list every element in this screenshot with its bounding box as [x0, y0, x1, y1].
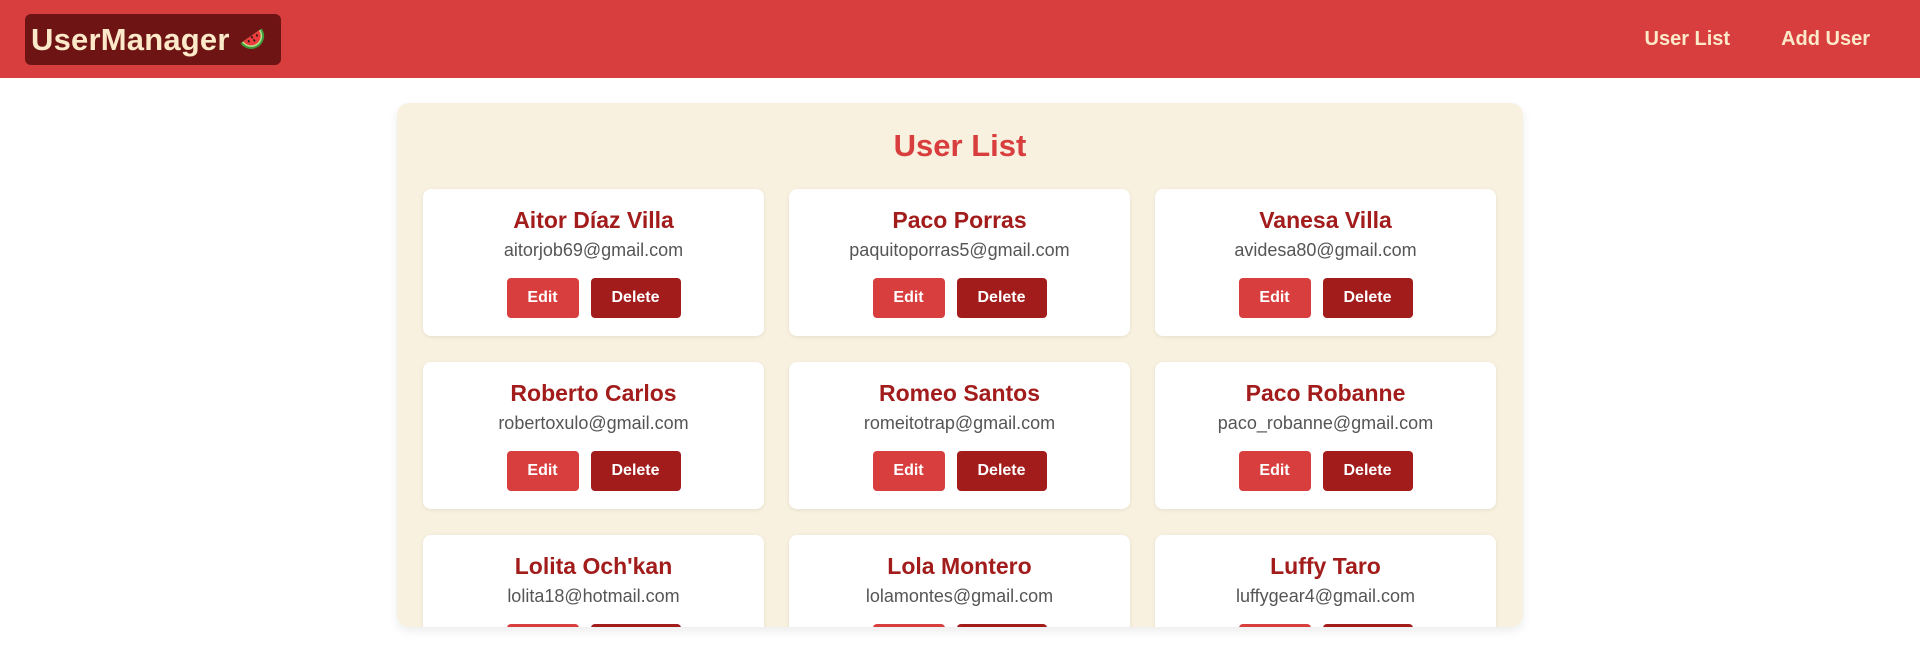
card-actions: Edit Delete: [423, 624, 764, 627]
nav-add-user[interactable]: Add User: [1781, 28, 1870, 51]
card-actions: Edit Delete: [789, 278, 1130, 318]
user-list-panel: User List Aitor Díaz Villa aitorjob69@gma…: [397, 103, 1523, 627]
edit-button[interactable]: Edit: [506, 278, 579, 318]
user-name: Paco Porras: [892, 207, 1027, 233]
user-card: Lola Montero lolamontes@gmail.com Edit Dele…: [789, 535, 1130, 627]
delete-button[interactable]: Delete: [956, 451, 1047, 491]
card-actions: Edit Delete: [789, 451, 1130, 491]
user-card: Aitor Díaz Villa aitorjob69@gmail.com Edit…: [423, 189, 764, 336]
delete-button[interactable]: Delete: [590, 451, 681, 491]
watermelon-icon: [240, 27, 264, 49]
user-name: Roberto Carlos: [510, 380, 677, 406]
user-email: paquitoporras5@gmail.com: [849, 240, 1070, 260]
user-email: aitorjob69@gmail.com: [503, 240, 684, 260]
edit-button[interactable]: Edit: [1238, 624, 1311, 627]
user-card: Lolita Och'kan lolita18@hotmail.com Edit De…: [423, 535, 764, 627]
user-email: luffygear4@gmail.com: [1235, 586, 1415, 606]
user-card: Roberto Carlos robertoxulo@gmail.com Edit D…: [423, 362, 764, 509]
card-actions: Edit Delete: [1155, 451, 1496, 491]
delete-button[interactable]: Delete: [1322, 451, 1413, 491]
user-email: paco_robanne@gmail.com: [1217, 413, 1434, 433]
card-actions: Edit Delete: [789, 624, 1130, 627]
user-email: romeitotrap@gmail.com: [863, 413, 1056, 433]
user-name: Lola Montero: [887, 553, 1032, 579]
edit-button[interactable]: Edit: [506, 624, 579, 627]
user-name: Aitor Díaz Villa: [513, 207, 674, 233]
user-name: Vanesa Villa: [1259, 207, 1392, 233]
edit-button[interactable]: Edit: [1238, 278, 1311, 318]
card-actions: Edit Delete: [423, 278, 764, 318]
delete-button[interactable]: Delete: [590, 624, 681, 627]
delete-button[interactable]: Delete: [956, 278, 1047, 318]
edit-button[interactable]: Edit: [1238, 451, 1311, 491]
user-card: Paco Porras paquitoporras5@gmail.com Edit D…: [789, 189, 1130, 336]
user-card-grid: Aitor Díaz Villa aitorjob69@gmail.com Edit…: [423, 189, 1497, 627]
edit-button[interactable]: Edit: [872, 451, 945, 491]
delete-button[interactable]: Delete: [1322, 624, 1413, 627]
top-navbar: UserManager User List Add User: [0, 0, 1920, 78]
card-actions: Edit Delete: [1155, 624, 1496, 627]
brand-logo[interactable]: UserManager: [25, 14, 281, 65]
user-card: Luffy Taro luffygear4@gmail.com Edit Delete: [1155, 535, 1496, 627]
user-name: Luffy Taro: [1270, 553, 1381, 579]
edit-button[interactable]: Edit: [872, 624, 945, 627]
card-actions: Edit Delete: [423, 451, 764, 491]
card-actions: Edit Delete: [1155, 278, 1496, 318]
delete-button[interactable]: Delete: [590, 278, 681, 318]
user-email: lolita18@hotmail.com: [507, 586, 680, 606]
user-name: Paco Robanne: [1245, 380, 1406, 406]
brand-name: UserManager: [31, 22, 230, 57]
edit-button[interactable]: Edit: [506, 451, 579, 491]
edit-button[interactable]: Edit: [872, 278, 945, 318]
user-name: Romeo Santos: [878, 380, 1041, 406]
nav-user-list[interactable]: User List: [1645, 28, 1731, 51]
user-email: lolamontes@gmail.com: [865, 586, 1054, 606]
delete-button[interactable]: Delete: [1322, 278, 1413, 318]
user-email: avidesa80@gmail.com: [1234, 240, 1417, 260]
page-title: User List: [893, 128, 1027, 163]
delete-button[interactable]: Delete: [956, 624, 1047, 627]
user-email: robertoxulo@gmail.com: [498, 413, 689, 433]
user-card: Romeo Santos romeitotrap@gmail.com Edit Del…: [789, 362, 1130, 509]
user-name: Lolita Och'kan: [514, 553, 673, 579]
main-nav: User List Add User: [1645, 0, 1871, 78]
user-card: Vanesa Villa avidesa80@gmail.com Edit Delet…: [1155, 189, 1496, 336]
user-card: Paco Robanne paco_robanne@gmail.com Edit De…: [1155, 362, 1496, 509]
